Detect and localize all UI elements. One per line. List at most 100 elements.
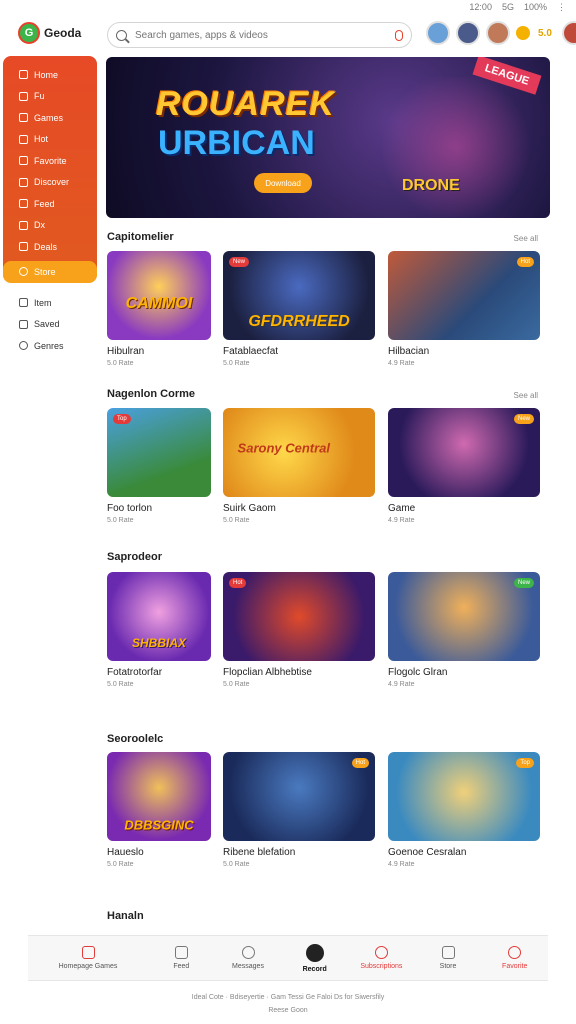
nav-favorite[interactable]: Favorite xyxy=(481,936,548,980)
sidebar-item-item[interactable]: Item xyxy=(3,292,97,314)
nav-label: Favorite xyxy=(502,963,528,970)
avatar[interactable] xyxy=(456,21,480,45)
home-icon xyxy=(81,946,95,959)
game-card[interactable]: New GFDRRHEED Fatablaecfat 5.0 Rate xyxy=(223,251,375,367)
section-title: Nagenlon Corme xyxy=(107,388,196,400)
status-bar: 12:00 5G 100% ⋮ xyxy=(469,2,566,13)
sidebar-item-dx[interactable]: Dx xyxy=(3,215,97,237)
game-card[interactable]: Hot Ribene blefation 5.0 Rate xyxy=(223,752,375,868)
game-thumbnail: Top xyxy=(107,408,211,497)
new-badge: New xyxy=(513,578,534,588)
new-badge: New xyxy=(229,257,250,267)
game-thumbnail: New xyxy=(388,572,540,661)
sidebar-item-favorite[interactable]: Favorite xyxy=(3,150,97,172)
sidebar-item-label: Feed xyxy=(34,198,55,209)
game-art-title: DBBSGINC xyxy=(124,817,194,833)
game-thumbnail: Top xyxy=(388,752,540,841)
game-card[interactable]: Top Goenoe Cesralan 4.9 Rate xyxy=(388,752,540,868)
nav-store[interactable]: Store xyxy=(415,936,482,980)
sidebar-item-label: Genres xyxy=(34,340,64,351)
game-thumbnail: Hot xyxy=(223,572,375,661)
hero-download-button[interactable]: Download xyxy=(254,173,312,193)
hero-badge: DRONE xyxy=(402,177,460,194)
logo[interactable]: G Geoda xyxy=(18,22,81,44)
sidebar-item-store[interactable]: Store xyxy=(3,260,97,283)
game-thumbnail: DBBSGINC xyxy=(107,752,211,841)
sidebar-item-hot[interactable]: Hot xyxy=(3,129,97,151)
tag-icon xyxy=(19,242,28,252)
search-bar[interactable] xyxy=(107,22,412,48)
header: G Geoda 5.0 xyxy=(0,18,576,52)
sidebar-item-fu[interactable]: Fu xyxy=(3,86,97,108)
status-time: 12:00 xyxy=(469,2,492,12)
hero-glow xyxy=(376,77,536,217)
hero-title: ROUAREK xyxy=(156,85,335,123)
bookmark-icon xyxy=(19,319,28,329)
heart-icon xyxy=(19,156,28,166)
nav-record[interactable]: Record xyxy=(281,936,348,980)
game-rating: 4.9 Rate xyxy=(388,360,415,367)
hero-banner[interactable]: LEAGUE ROUAREK URBICAN Download DRONE xyxy=(106,57,550,218)
nav-subscriptions[interactable]: Subscriptions xyxy=(348,936,415,980)
game-name: Fatablaecfat xyxy=(223,346,279,357)
grid-icon xyxy=(19,91,28,101)
avatar[interactable] xyxy=(426,21,450,45)
sidebar-item-label: Item xyxy=(34,297,52,308)
game-card[interactable]: Hot Flopclian Albhebtise 5.0 Rate xyxy=(223,572,375,688)
user-avatars: 5.0 xyxy=(426,21,576,45)
nav-homepage-games[interactable]: Homepage Games xyxy=(28,936,148,980)
game-rating: 5.0 Rate xyxy=(223,360,250,367)
game-rating: 4.9 Rate xyxy=(388,517,415,524)
sidebar-item-feed[interactable]: Feed xyxy=(3,193,97,215)
bag-icon xyxy=(19,267,28,276)
sidebar-item-deals[interactable]: Deals xyxy=(3,236,97,258)
game-rating: 4.9 Rate xyxy=(388,681,415,688)
nav-label: Subscriptions xyxy=(360,963,403,970)
search-input[interactable] xyxy=(135,29,385,41)
gamepad-icon xyxy=(19,113,28,123)
game-name: Flopclian Albhebtise xyxy=(223,667,312,678)
game-art-title: Sarony Central xyxy=(237,440,331,456)
bag-icon xyxy=(441,946,455,959)
sidebar-item-discover[interactable]: Discover xyxy=(3,172,97,194)
game-card[interactable]: New Game 4.9 Rate xyxy=(388,408,540,524)
feed-icon xyxy=(174,946,188,959)
nav-label: Record xyxy=(302,965,327,973)
sidebar-item-saved[interactable]: Saved xyxy=(3,314,97,336)
sidebar-secondary: Item Saved Genres xyxy=(3,292,97,357)
box-icon xyxy=(19,298,28,308)
game-card[interactable]: New Flogolc Glran 4.9 Rate xyxy=(388,572,540,688)
sidebar-item-genres[interactable]: Genres xyxy=(3,335,97,357)
game-rating: 5.0 Rate xyxy=(223,517,250,524)
game-card[interactable]: Hot Hilbacian 4.9 Rate xyxy=(388,251,540,367)
hot-badge: Hot xyxy=(516,257,534,267)
compass-icon xyxy=(19,177,28,187)
see-all-link[interactable]: See all xyxy=(514,234,538,243)
status-more-icon[interactable]: ⋮ xyxy=(557,2,566,13)
game-thumbnail: Hot xyxy=(223,752,375,841)
pencil-icon xyxy=(19,199,28,209)
game-card[interactable]: Sarony Central Suirk Gaom 5.0 Rate xyxy=(223,408,375,524)
profile-avatar[interactable] xyxy=(561,21,576,45)
see-all-link[interactable]: See all xyxy=(514,391,538,400)
game-art-title: CAMMOI xyxy=(125,295,193,313)
sidebar-item-home[interactable]: Home xyxy=(3,64,97,86)
chat-icon xyxy=(241,946,255,959)
logo-icon: G xyxy=(18,22,40,44)
sidebar-item-label: Fu xyxy=(34,91,45,102)
game-thumbnail: CAMMOI xyxy=(107,251,211,340)
search-icon[interactable] xyxy=(116,29,127,41)
game-thumbnail: Sarony Central xyxy=(223,408,375,497)
sidebar-item-games[interactable]: Games xyxy=(3,107,97,129)
game-art-title: SHBBIAX xyxy=(131,636,187,651)
avatar[interactable] xyxy=(486,21,510,45)
nav-messages[interactable]: Messages xyxy=(215,936,282,980)
microphone-icon[interactable] xyxy=(395,29,403,41)
top-badge: Top xyxy=(113,414,131,424)
coin-balance: 5.0 xyxy=(538,27,552,39)
sidebar-item-label: Discover xyxy=(34,177,70,188)
nav-label: Store xyxy=(439,963,457,970)
footer-links[interactable]: Ideal Cote · Bdiseyertie · Gam Tessi Ge … xyxy=(0,994,576,1001)
sidebar-item-label: Store xyxy=(34,266,56,277)
nav-feed[interactable]: Feed xyxy=(148,936,215,980)
